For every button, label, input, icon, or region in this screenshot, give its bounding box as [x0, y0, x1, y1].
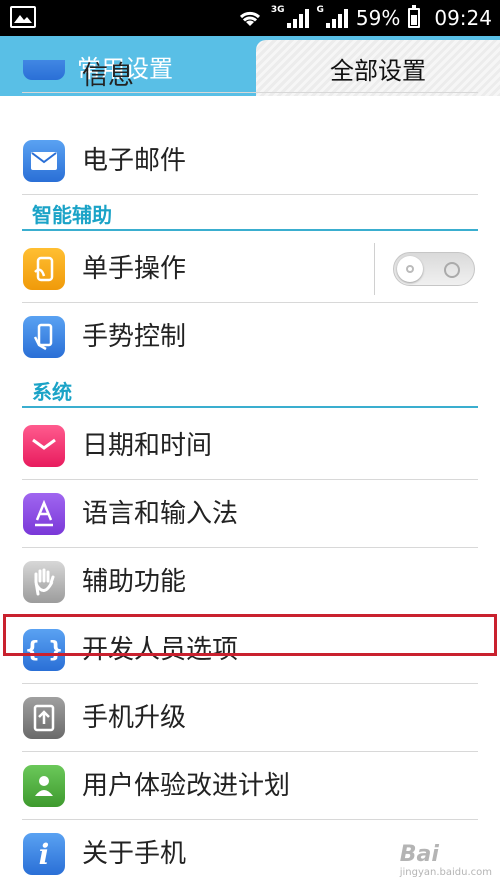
developer-options-label: 开发人员选项	[82, 635, 239, 665]
email-icon	[23, 140, 65, 182]
one-hand-toggle[interactable]	[393, 252, 475, 286]
wifi-icon	[239, 11, 260, 26]
toggle-off-ring	[444, 262, 460, 278]
network-3g-label: 3G	[270, 5, 285, 15]
list-item-email[interactable]: 电子邮件	[0, 127, 500, 195]
gesture-label: 手势控制	[82, 322, 187, 352]
battery-percent: 59%	[355, 6, 401, 30]
one-hand-label: 单手操作	[82, 254, 187, 284]
system-update-label: 手机升级	[82, 703, 187, 733]
list-item-date-time[interactable]: 日期和时间	[0, 412, 500, 480]
toggle-knob	[397, 256, 423, 282]
about-phone-label: 关于手机	[82, 839, 187, 869]
list-item-developer-options[interactable]: { } 开发人员选项	[0, 616, 500, 684]
list-item-accessibility[interactable]: 辅助功能	[0, 548, 500, 616]
list-item-ux-program[interactable]: 用户体验改进计划	[0, 752, 500, 820]
list-item-one-hand[interactable]: 单手操作	[0, 235, 500, 303]
list-item-messages[interactable]: 信息	[0, 60, 500, 93]
network-g-label: G	[316, 5, 324, 15]
clock: 09:24	[434, 6, 492, 30]
toggle-separator	[374, 243, 375, 295]
gesture-icon	[23, 316, 65, 358]
email-label: 电子邮件	[82, 146, 187, 176]
section-header-system: 系统	[22, 372, 478, 408]
one-hand-icon	[23, 248, 65, 290]
info-icon: i	[23, 833, 65, 875]
date-time-label: 日期和时间	[82, 431, 213, 461]
image-notification-icon	[10, 6, 36, 28]
hand-icon	[23, 561, 65, 603]
braces-icon: { }	[23, 629, 65, 671]
language-label: 语言和输入法	[82, 499, 239, 529]
accessibility-label: 辅助功能	[82, 567, 187, 597]
list-item-language[interactable]: 语言和输入法	[0, 480, 500, 548]
section-header-smart-assist: 智能辅助	[22, 195, 478, 231]
watermark: Bai jingyan.baidu.com	[399, 842, 492, 878]
list-item-gesture[interactable]: 手势控制	[0, 303, 500, 371]
status-bar: 3G G 59% 09:24	[0, 0, 500, 36]
language-icon	[23, 493, 65, 535]
list-item-system-update[interactable]: 手机升级	[0, 684, 500, 752]
clock-icon	[23, 425, 65, 467]
battery-icon	[408, 5, 421, 28]
ux-program-label: 用户体验改进计划	[82, 771, 291, 801]
update-icon	[23, 697, 65, 739]
signal-g-icon	[325, 8, 348, 28]
signal-3g-icon	[286, 8, 309, 28]
message-icon	[23, 60, 65, 80]
user-sign-icon	[23, 765, 65, 807]
